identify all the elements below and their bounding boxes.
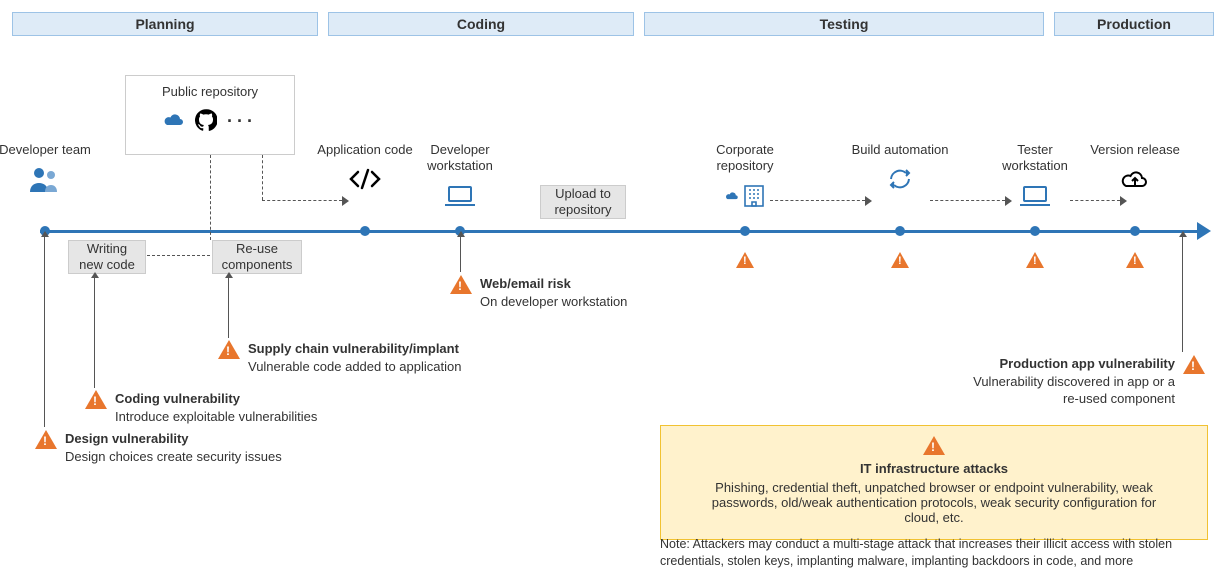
connector-reuse-to-write <box>142 255 210 256</box>
arrow-supply <box>228 278 229 338</box>
warning-icon <box>218 340 240 359</box>
node-app-code: Application code <box>315 142 415 194</box>
risk-prod: Production app vulnerability Vulnerabili… <box>955 355 1205 408</box>
arrow-prod <box>1182 237 1183 352</box>
github-icon <box>195 109 217 134</box>
building-icon <box>725 181 765 211</box>
team-icon <box>25 164 65 194</box>
ellipsis-icon: ··· <box>227 111 257 132</box>
timeline <box>40 230 1203 233</box>
dot-tester-ws <box>1030 226 1040 236</box>
risk-web: Web/email risk On developer workstation <box>450 275 627 310</box>
infobox-desc: Phishing, credential theft, unpatched br… <box>701 480 1167 525</box>
warn-marker-tester <box>1026 252 1044 268</box>
phase-production: Production <box>1054 12 1214 36</box>
warn-marker-release <box>1126 252 1144 268</box>
phase-coding: Coding <box>328 12 634 36</box>
arrow-web <box>460 237 461 272</box>
warning-icon <box>450 275 472 294</box>
warning-icon <box>35 430 57 449</box>
dot-corp-repo <box>740 226 750 236</box>
dot-build <box>895 226 905 236</box>
public-repo-box: Public repository ··· <box>125 75 295 155</box>
risk-supply: Supply chain vulnerability/implant Vulne… <box>218 340 461 375</box>
infobox-title: IT infrastructure attacks <box>701 461 1167 476</box>
box-reuse-components: Re-use components <box>212 240 302 274</box>
arrow-coding <box>94 278 95 388</box>
risk-coding: Coding vulnerability Introduce exploitab… <box>85 390 317 425</box>
phase-testing: Testing <box>644 12 1044 36</box>
connector-repo-down <box>210 155 211 240</box>
warning-icon <box>1183 355 1205 374</box>
box-upload-to-repo: Upload to repository <box>540 185 626 219</box>
node-version-release: Version release <box>1085 142 1185 194</box>
laptop-icon <box>1015 181 1055 211</box>
risk-design: Design vulnerability Design choices crea… <box>35 430 282 465</box>
box-writing-new-code: Writing new code <box>68 240 146 274</box>
laptop-icon <box>440 181 480 211</box>
footer-note: Note: Attackers may conduct a multi-stag… <box>660 536 1208 570</box>
warn-marker-build <box>891 252 909 268</box>
node-tester-ws: Tester workstation <box>985 142 1085 211</box>
arrow-design <box>44 237 45 427</box>
timeline-arrowhead <box>1197 222 1211 240</box>
node-dev-workstation: Developer workstation <box>410 142 510 211</box>
cycle-icon <box>880 164 920 194</box>
it-infrastructure-box: IT infrastructure attacks Phishing, cred… <box>660 425 1208 540</box>
node-developer-team: Developer team <box>0 142 95 194</box>
warning-icon <box>701 436 1167 455</box>
node-build: Build automation <box>850 142 950 194</box>
code-icon <box>345 164 385 194</box>
connector-repo-branch <box>262 155 263 200</box>
warning-icon <box>85 390 107 409</box>
public-repo-label: Public repository <box>126 84 294 99</box>
cloud-icon <box>163 112 185 131</box>
dot-version <box>1130 226 1140 236</box>
phase-planning: Planning <box>12 12 318 36</box>
node-corp-repo: Corporate repository <box>695 142 795 211</box>
warn-marker-corp <box>736 252 754 268</box>
connector-repo-to-appcode <box>262 200 342 201</box>
dot-app-code <box>360 226 370 236</box>
cloud-upload-icon <box>1115 164 1155 194</box>
